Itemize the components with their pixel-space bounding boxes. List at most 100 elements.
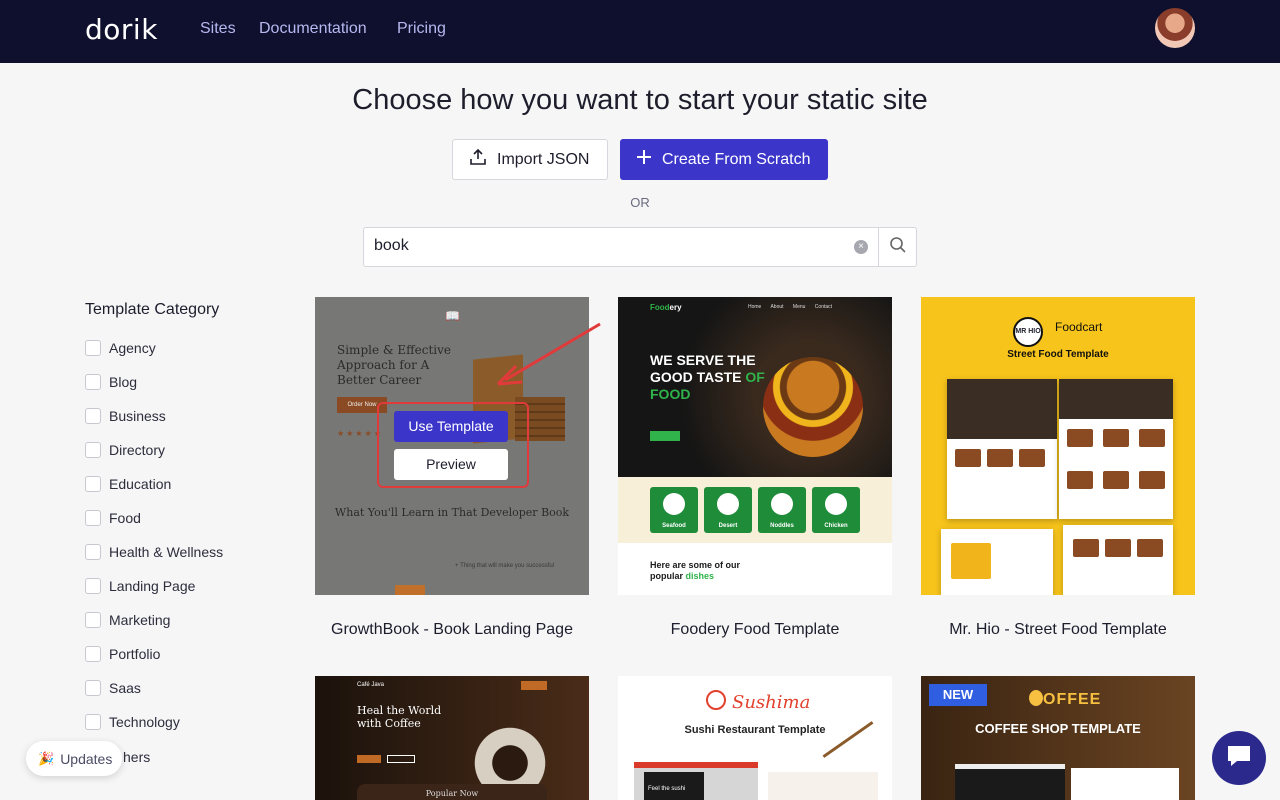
template-card-mr-hio[interactable]: MR HIO Foodcart Street Food Template xyxy=(921,297,1195,595)
preview-screen xyxy=(1063,525,1173,595)
category-label: Marketing xyxy=(109,612,171,628)
food-tile: Seafood xyxy=(650,487,698,533)
preview-screen xyxy=(768,772,878,800)
chat-widget-button[interactable] xyxy=(1212,731,1266,785)
preview-screen xyxy=(947,379,1057,519)
preview-screen xyxy=(955,764,1065,800)
button-decor xyxy=(357,755,381,763)
checkbox[interactable] xyxy=(85,442,101,458)
template-hero-text: Simple & Effective Approach for A Better… xyxy=(337,343,452,387)
book-icon: 📖 xyxy=(445,309,460,323)
button-decor xyxy=(387,755,415,763)
create-from-scratch-button[interactable]: Create From Scratch xyxy=(620,139,828,180)
updates-button[interactable]: 🎉 Updates xyxy=(26,741,122,776)
coffee-brand: OFFEE xyxy=(1029,690,1101,709)
checkbox[interactable] xyxy=(85,408,101,424)
checkbox[interactable] xyxy=(85,544,101,560)
category-label: Landing Page xyxy=(109,578,196,594)
food-tile: Noddles xyxy=(758,487,806,533)
user-avatar[interactable] xyxy=(1155,8,1195,48)
template-card-foodery[interactable]: Foodery Home About Menu Contact WE SERVE… xyxy=(618,297,892,595)
or-divider: OR xyxy=(630,195,650,210)
order-button-decor xyxy=(521,681,547,690)
decorative-book xyxy=(395,585,425,595)
updates-label: Updates xyxy=(60,750,113,767)
template-card-coffee-shop[interactable]: NEW OFFEE COFFEE SHOP TEMPLATE xyxy=(921,676,1195,800)
category-label: Agency xyxy=(109,340,156,356)
search-icon xyxy=(889,236,907,259)
page-title: Choose how you want to start your static… xyxy=(352,84,928,116)
party-popper-icon: 🎉 xyxy=(38,750,55,766)
category-education[interactable]: Education xyxy=(85,474,171,494)
category-landing-page[interactable]: Landing Page xyxy=(85,576,195,596)
nav-link-pricing[interactable]: Pricing xyxy=(397,20,446,38)
category-label: Technology xyxy=(109,714,180,730)
category-portfolio[interactable]: Portfolio xyxy=(85,644,160,664)
burger-image xyxy=(763,357,863,457)
category-others-partial[interactable]: hers xyxy=(123,749,150,765)
category-label: Directory xyxy=(109,442,166,458)
category-technology[interactable]: Technology xyxy=(85,712,180,732)
sushima-brand: Sushima xyxy=(732,692,811,713)
mr-hio-logo: MR HIO xyxy=(1013,317,1043,347)
search-button[interactable] xyxy=(878,228,917,266)
checkbox[interactable] xyxy=(85,510,101,526)
preview-button[interactable]: Preview xyxy=(394,449,508,480)
template-card-cafe-java[interactable]: Café Java Heal the World with Coffee Pop… xyxy=(315,676,589,800)
preview-screen xyxy=(1059,379,1173,519)
checkbox[interactable] xyxy=(85,340,101,356)
foodery-menu: Home About Menu Contact xyxy=(748,304,833,310)
checkbox[interactable] xyxy=(85,578,101,594)
popular-now-heading: Popular Now xyxy=(357,784,547,800)
nav-link-documentation[interactable]: Documentation xyxy=(259,20,367,38)
template-category-title: Template Category xyxy=(85,301,220,318)
plus-icon xyxy=(636,149,652,170)
upload-icon xyxy=(469,148,487,171)
order-button-decor xyxy=(650,431,680,441)
foodcart-label: Foodcart xyxy=(1055,320,1103,334)
category-agency[interactable]: Agency xyxy=(85,338,156,358)
street-food-subtitle: Street Food Template xyxy=(1007,349,1109,360)
food-tile: Desert xyxy=(704,487,752,533)
use-template-button[interactable]: Use Template xyxy=(394,411,508,442)
category-food[interactable]: Food xyxy=(85,508,141,528)
category-business[interactable]: Business xyxy=(85,406,166,426)
clear-search-icon[interactable]: × xyxy=(854,240,868,254)
dishes-heading: Here are some of our popular dishes xyxy=(650,560,741,581)
category-label: Portfolio xyxy=(109,646,161,662)
checkbox[interactable] xyxy=(85,646,101,662)
template-card-sushima[interactable]: Sushima Sushi Restaurant Template Feel t… xyxy=(618,676,892,800)
checkbox[interactable] xyxy=(85,680,101,696)
checkbox[interactable] xyxy=(85,714,101,730)
nav-link-sites[interactable]: Sites xyxy=(200,20,236,38)
checkbox[interactable] xyxy=(85,374,101,390)
category-label: Education xyxy=(109,476,172,492)
template-title-growthbook[interactable]: GrowthBook - Book Landing Page xyxy=(302,621,602,639)
category-saas[interactable]: Saas xyxy=(85,678,141,698)
category-blog[interactable]: Blog xyxy=(85,372,137,392)
chat-bubble-icon xyxy=(1225,743,1253,774)
template-title-mr-hio[interactable]: Mr. Hio - Street Food Template xyxy=(908,621,1208,639)
checkbox[interactable] xyxy=(85,612,101,628)
template-title-foodery[interactable]: Foodery Food Template xyxy=(605,621,905,639)
create-from-scratch-label: Create From Scratch xyxy=(662,150,811,168)
top-navbar: dorik Sites Documentation Pricing xyxy=(0,0,1280,63)
preview-screen: Feel the sushi xyxy=(634,762,758,800)
preview-screen xyxy=(1071,768,1179,800)
coffee-bean-icon xyxy=(1029,690,1043,706)
search-input[interactable]: book xyxy=(374,237,409,255)
category-label: Food xyxy=(109,510,141,526)
category-label: Blog xyxy=(109,374,138,390)
category-directory[interactable]: Directory xyxy=(85,440,165,460)
preview-screen xyxy=(941,529,1053,595)
template-search: book × xyxy=(363,227,917,267)
foodery-headline: WE SERVE THE GOOD TASTE OF FOOD xyxy=(650,352,765,402)
coffee-subtitle: COFFEE SHOP TEMPLATE xyxy=(975,721,1141,736)
category-marketing[interactable]: Marketing xyxy=(85,610,170,630)
import-json-label: Import JSON xyxy=(497,150,590,168)
category-health-wellness[interactable]: Health & Wellness xyxy=(85,542,223,562)
sushima-logo-icon xyxy=(706,690,726,710)
import-json-button[interactable]: Import JSON xyxy=(452,139,608,180)
checkbox[interactable] xyxy=(85,476,101,492)
dorik-logo[interactable]: dorik xyxy=(85,13,158,46)
